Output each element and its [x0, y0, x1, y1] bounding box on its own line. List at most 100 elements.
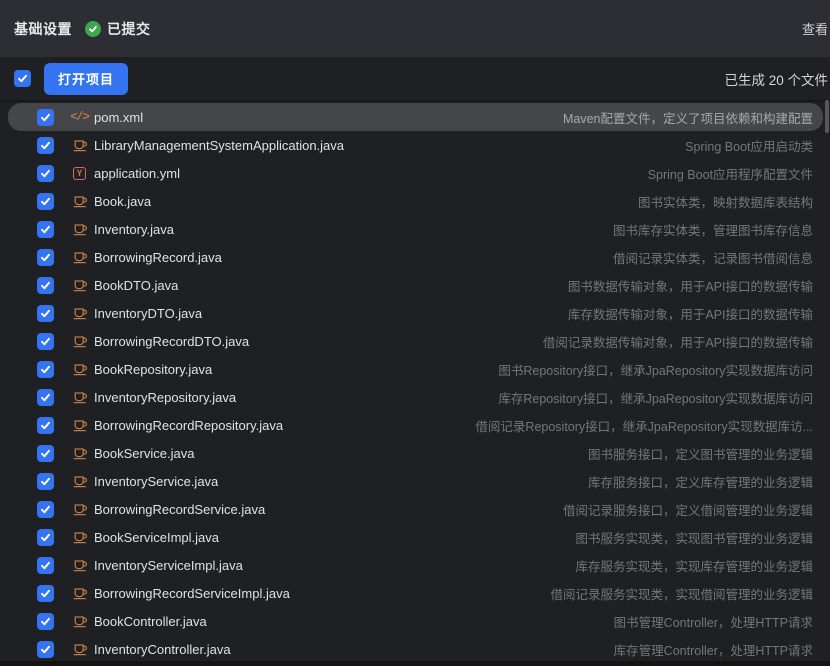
file-description: 库存服务接口，定义库存管理的业务逻辑	[568, 472, 813, 491]
java-file-icon	[72, 389, 88, 405]
file-checkbox[interactable]	[37, 165, 54, 182]
file-description: 借阅记录服务接口，定义借阅管理的业务逻辑	[543, 500, 813, 519]
file-checkbox[interactable]	[37, 557, 54, 574]
file-name: BookRepository.java	[94, 362, 212, 377]
status-badge: 已提交	[85, 19, 151, 39]
view-link[interactable]: 查看	[802, 19, 828, 38]
java-file-icon	[72, 193, 88, 209]
file-name: BookService.java	[94, 446, 194, 461]
toolbar: 打开项目 已生成 20 个文件	[0, 57, 830, 100]
java-file-icon	[72, 417, 88, 433]
file-name: Inventory.java	[94, 222, 174, 237]
file-row[interactable]: LibraryManagementSystemApplication.java …	[8, 131, 823, 159]
open-project-button[interactable]: 打开项目	[44, 63, 128, 95]
file-row[interactable]: InventoryService.java 库存服务接口，定义库存管理的业务逻辑	[8, 467, 823, 495]
file-row[interactable]: BorrowingRecord.java 借阅记录实体类，记录图书借阅信息	[8, 243, 823, 271]
java-file-icon	[72, 221, 88, 237]
file-row[interactable]: BorrowingRecordService.java 借阅记录服务接口，定义借…	[8, 495, 823, 523]
file-checkbox[interactable]	[37, 333, 54, 350]
file-row[interactable]: Y application.yml Spring Boot应用程序配置文件	[8, 159, 823, 187]
file-row[interactable]: </> pom.xml Maven配置文件，定义了项目依赖和构建配置	[8, 103, 823, 131]
file-row[interactable]: BookServiceImpl.java 图书服务实现类，实现图书管理的业务逻辑	[8, 523, 823, 551]
file-checkbox[interactable]	[37, 473, 54, 490]
file-description: 图书Repository接口，继承JpaRepository实现数据库访问	[478, 360, 813, 379]
java-file-icon	[72, 249, 88, 265]
file-checkbox[interactable]	[37, 193, 54, 210]
file-row[interactable]: BorrowingRecordRepository.java 借阅记录Repos…	[8, 411, 823, 439]
file-row[interactable]: Book.java 图书实体类，映射数据库表结构	[8, 187, 823, 215]
file-name: LibraryManagementSystemApplication.java	[94, 138, 344, 153]
file-name: Book.java	[94, 194, 151, 209]
file-checkbox[interactable]	[37, 529, 54, 546]
file-description: 库存服务实现类，实现库存管理的业务逻辑	[555, 556, 813, 575]
file-row[interactable]: Inventory.java 图书库存实体类，管理图书库存信息	[8, 215, 823, 243]
file-name: BookServiceImpl.java	[94, 530, 219, 545]
java-file-icon	[72, 641, 88, 657]
file-list: </> pom.xml Maven配置文件，定义了项目依赖和构建配置 Libra…	[0, 100, 830, 663]
file-description: 图书实体类，映射数据库表结构	[618, 192, 813, 211]
java-file-icon	[72, 333, 88, 349]
submitted-check-icon	[85, 21, 101, 37]
list-bottom-edge	[0, 661, 830, 666]
panel-header: 基础设置 已提交 查看	[0, 0, 830, 57]
file-name: BookController.java	[94, 614, 207, 629]
file-row[interactable]: BorrowingRecordServiceImpl.java 借阅记录服务实现…	[8, 579, 823, 607]
java-file-icon	[72, 613, 88, 629]
file-checkbox[interactable]	[37, 585, 54, 602]
file-checkbox[interactable]	[37, 137, 54, 154]
file-description: 图书管理Controller，处理HTTP请求	[594, 612, 813, 631]
file-checkbox[interactable]	[37, 277, 54, 294]
file-checkbox[interactable]	[37, 249, 54, 266]
file-name: InventoryDTO.java	[94, 306, 202, 321]
java-file-icon	[72, 137, 88, 153]
file-name: BorrowingRecord.java	[94, 250, 222, 265]
file-name: InventoryService.java	[94, 474, 218, 489]
file-row[interactable]: InventoryController.java 库存管理Controller，…	[8, 635, 823, 663]
file-checkbox[interactable]	[37, 389, 54, 406]
file-row[interactable]: BookDTO.java 图书数据传输对象，用于API接口的数据传输	[8, 271, 823, 299]
file-checkbox[interactable]	[37, 305, 54, 322]
java-file-icon	[72, 277, 88, 293]
java-file-icon	[72, 501, 88, 517]
file-description: 借阅记录服务实现类，实现借阅管理的业务逻辑	[530, 584, 813, 603]
file-row[interactable]: InventoryServiceImpl.java 库存服务实现类，实现库存管理…	[8, 551, 823, 579]
file-name: BorrowingRecordService.java	[94, 502, 265, 517]
file-row[interactable]: InventoryRepository.java 库存Repository接口，…	[8, 383, 823, 411]
file-description: 图书库存实体类，管理图书库存信息	[593, 220, 813, 239]
panel-title: 基础设置	[14, 19, 72, 39]
file-name: application.yml	[94, 166, 180, 181]
file-name: BorrowingRecordServiceImpl.java	[94, 586, 290, 601]
submitted-status-label: 已提交	[107, 19, 151, 39]
select-all-checkbox[interactable]	[14, 70, 31, 87]
xml-file-icon: </>	[70, 110, 89, 124]
java-file-icon	[72, 529, 88, 545]
file-description: Spring Boot应用启动类	[665, 136, 813, 155]
file-row[interactable]: BookService.java 图书服务接口，定义图书管理的业务逻辑	[8, 439, 823, 467]
file-checkbox[interactable]	[37, 109, 54, 126]
file-checkbox[interactable]	[37, 221, 54, 238]
file-checkbox[interactable]	[37, 445, 54, 462]
file-checkbox[interactable]	[37, 417, 54, 434]
file-row[interactable]: BookRepository.java 图书Repository接口，继承Jpa…	[8, 355, 823, 383]
file-checkbox[interactable]	[37, 641, 54, 658]
file-row[interactable]: InventoryDTO.java 库存数据传输对象，用于API接口的数据传输	[8, 299, 823, 327]
file-name: BorrowingRecordDTO.java	[94, 334, 249, 349]
file-description: 借阅记录实体类，记录图书借阅信息	[593, 248, 813, 267]
file-description: 借阅记录Repository接口，继承JpaRepository实现数据库访..…	[455, 416, 813, 435]
java-file-icon	[72, 361, 88, 377]
file-description: 图书服务实现类，实现图书管理的业务逻辑	[555, 528, 813, 547]
java-file-icon	[72, 305, 88, 321]
java-file-icon	[72, 473, 88, 489]
file-row[interactable]: BookController.java 图书管理Controller，处理HTT…	[8, 607, 823, 635]
file-checkbox[interactable]	[37, 501, 54, 518]
file-checkbox[interactable]	[37, 361, 54, 378]
file-description: 图书服务接口，定义图书管理的业务逻辑	[568, 444, 813, 463]
file-name: pom.xml	[94, 110, 143, 125]
file-description: 库存数据传输对象，用于API接口的数据传输	[548, 304, 813, 323]
file-description: 库存管理Controller，处理HTTP请求	[594, 640, 813, 659]
file-description: 图书数据传输对象，用于API接口的数据传输	[548, 276, 813, 295]
file-row[interactable]: BorrowingRecordDTO.java 借阅记录数据传输对象，用于API…	[8, 327, 823, 355]
file-checkbox[interactable]	[37, 613, 54, 630]
scrollbar-thumb[interactable]	[825, 100, 829, 133]
file-name: BorrowingRecordRepository.java	[94, 418, 283, 433]
